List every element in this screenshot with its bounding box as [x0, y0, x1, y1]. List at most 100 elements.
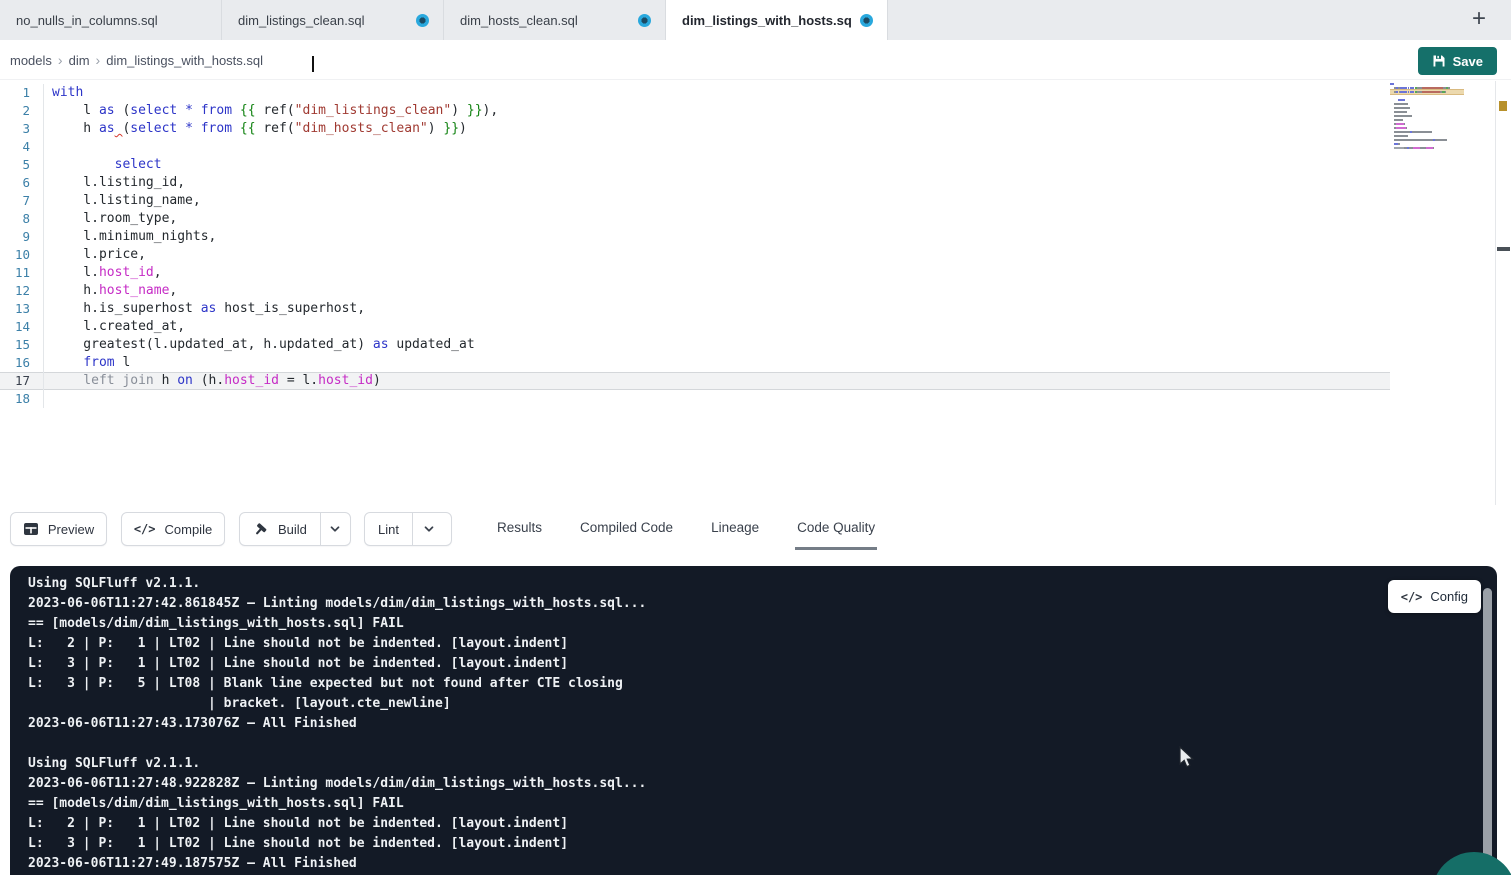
table-icon [23, 521, 39, 537]
code-line-8[interactable]: 8 l.room_type, [0, 210, 1390, 228]
code-text: h as (select * from {{ ref("dim_hosts_cl… [44, 120, 467, 138]
code-line-1[interactable]: 1with [0, 84, 1390, 102]
code-line-2[interactable]: 2 l as (select * from {{ ref("dim_listin… [0, 102, 1390, 120]
overview-ruler[interactable] [1495, 81, 1511, 505]
line-number: 11 [0, 264, 44, 282]
build-button[interactable]: Build [240, 513, 320, 545]
terminal-line: == [models/dim/dim_listings_with_hosts.s… [28, 794, 646, 814]
line-number: 4 [0, 138, 44, 156]
lint-button-group: Lint [364, 512, 452, 546]
line-number: 3 [0, 120, 44, 138]
build-dropdown-button[interactable] [320, 513, 350, 545]
code-line-12[interactable]: 12 h.host_name, [0, 282, 1390, 300]
save-label: Save [1453, 54, 1483, 69]
terminal-scrollbar[interactable] [1483, 588, 1492, 862]
file-tab-dim_listings_clean[interactable]: dim_listings_clean.sql [222, 0, 444, 40]
code-line-13[interactable]: 13 h.is_superhost as host_is_superhost, [0, 300, 1390, 318]
lint-button[interactable]: Lint [365, 513, 412, 545]
code-line-7[interactable]: 7 l.listing_name, [0, 192, 1390, 210]
compile-button[interactable]: </> Compile [121, 512, 225, 546]
file-tab-no_nulls_in_columns[interactable]: no_nulls_in_columns.sql [0, 0, 222, 40]
line-number: 9 [0, 228, 44, 246]
code-line-9[interactable]: 9 l.minimum_nights, [0, 228, 1390, 246]
lint-label: Lint [378, 522, 399, 537]
terminal-line: Using SQLFluff v2.1.1. [28, 754, 646, 774]
line-number: 17 [0, 372, 44, 390]
code-line-10[interactable]: 10 l.price, [0, 246, 1390, 264]
build-label: Build [278, 522, 307, 537]
code-text: h.host_name, [44, 282, 177, 300]
code-line-17[interactable]: 17 left join h on (h.host_id = l.host_id… [0, 372, 1390, 390]
chevron-right-icon: › [58, 52, 63, 68]
line-number: 1 [0, 84, 44, 102]
dbt-ide-window: no_nulls_in_columns.sql dim_listings_clea… [0, 0, 1511, 875]
panel-tab-compiled-code[interactable]: Compiled Code [578, 518, 675, 550]
code-text: with [44, 84, 83, 102]
terminal-line: L: 3 | P: 1 | LT02 | Line should not be … [28, 654, 646, 674]
line-number: 6 [0, 174, 44, 192]
code-line-15[interactable]: 15 greatest(l.updated_at, h.updated_at) … [0, 336, 1390, 354]
chevron-right-icon: › [96, 52, 101, 68]
code-text [44, 138, 52, 156]
mouse-cursor [1176, 746, 1198, 775]
new-tab-button[interactable]: + [1465, 6, 1493, 34]
terminal-line: 2023-06-06T11:27:49.187575Z — All Finish… [28, 854, 646, 874]
lint-output-terminal: Using SQLFluff v2.1.1.2023-06-06T11:27:4… [10, 566, 1497, 875]
file-tab-dim_listings_with_hosts[interactable]: dim_listings_with_hosts.sql [666, 0, 888, 40]
code-line-3[interactable]: 3 h as (select * from {{ ref("dim_hosts_… [0, 120, 1390, 138]
unsaved-changes-icon [638, 14, 651, 27]
terminal-line: 2023-06-06T11:27:48.922828Z — Linting mo… [28, 774, 646, 794]
terminal-line: L: 3 | P: 5 | LT08 | Blank line expected… [28, 674, 646, 694]
chevron-down-icon [328, 522, 342, 536]
preview-button[interactable]: Preview [10, 512, 107, 546]
terminal-line: L: 3 | P: 1 | LT02 | Line should not be … [28, 834, 646, 854]
code-line-14[interactable]: 14 l.created_at, [0, 318, 1390, 336]
code-lines: 1with2 l as (select * from {{ ref("dim_l… [0, 84, 1390, 408]
file-tab-label: dim_listings_clean.sql [238, 13, 408, 28]
minimap-line [1390, 115, 1464, 117]
minimap-line [1390, 135, 1464, 137]
code-text: greatest(l.updated_at, h.updated_at) as … [44, 336, 475, 354]
code-line-18[interactable]: 18 [0, 390, 1390, 408]
code-text: l.host_id, [44, 264, 162, 282]
ruler-warning-marker [1499, 101, 1507, 111]
minimap-line [1390, 107, 1464, 109]
lint-dropdown-button[interactable] [412, 513, 445, 545]
code-line-4[interactable]: 4 [0, 138, 1390, 156]
unsaved-changes-icon [416, 14, 429, 27]
compile-label: Compile [165, 522, 213, 537]
minimap-line [1390, 143, 1464, 145]
save-button[interactable]: Save [1418, 47, 1497, 75]
result-panel-tabs: Results Compiled Code Lineage Code Quality [495, 518, 877, 550]
panel-tab-code-quality[interactable]: Code Quality [795, 518, 877, 550]
code-text: l.price, [44, 246, 146, 264]
chevron-down-icon [422, 522, 436, 536]
line-number: 15 [0, 336, 44, 354]
breadcrumb-segment[interactable]: models [10, 53, 52, 68]
code-line-11[interactable]: 11 l.host_id, [0, 264, 1390, 282]
code-line-16[interactable]: 16 from l [0, 354, 1390, 372]
config-button[interactable]: </> Config [1388, 580, 1481, 613]
file-tab-dim_hosts_clean[interactable]: dim_hosts_clean.sql [444, 0, 666, 40]
minimap-line [1390, 119, 1464, 121]
editor-minimap[interactable] [1390, 83, 1464, 203]
line-number: 18 [0, 390, 44, 408]
minimap-line [1390, 127, 1464, 129]
minimap-line [1390, 83, 1464, 85]
code-line-5[interactable]: 5 select [0, 156, 1390, 174]
code-line-6[interactable]: 6 l.listing_id, [0, 174, 1390, 192]
minimap-line [1390, 91, 1464, 93]
terminal-output: Using SQLFluff v2.1.1.2023-06-06T11:27:4… [28, 574, 646, 874]
unsaved-changes-icon [860, 14, 873, 27]
code-text: l.created_at, [44, 318, 185, 336]
minimap-line [1390, 147, 1464, 149]
line-number: 8 [0, 210, 44, 228]
panel-tab-lineage[interactable]: Lineage [709, 518, 761, 550]
terminal-line: == [models/dim/dim_listings_with_hosts.s… [28, 614, 646, 634]
breadcrumb-segment[interactable]: dim [69, 53, 90, 68]
panel-tab-results[interactable]: Results [495, 518, 544, 550]
code-icon: </> [1401, 590, 1423, 604]
code-editor[interactable]: 1with2 l as (select * from {{ ref("dim_l… [0, 81, 1511, 505]
code-text: l.listing_name, [44, 192, 201, 210]
line-number: 16 [0, 354, 44, 372]
